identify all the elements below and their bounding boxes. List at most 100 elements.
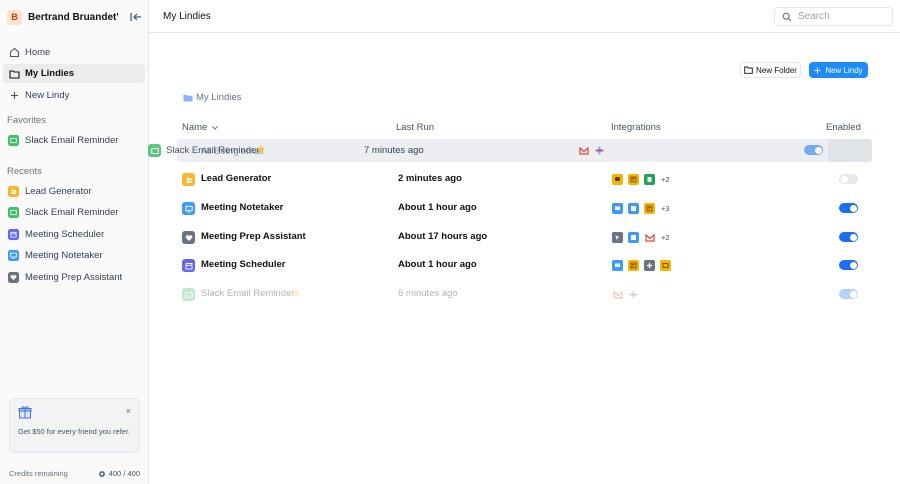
star-icon[interactable] [291, 288, 301, 298]
calendar-icon [182, 259, 195, 272]
nav-new-lindy-label: New Lindy [25, 90, 70, 101]
row-enabled-toggle[interactable] [839, 174, 858, 184]
calendar-icon [628, 232, 639, 243]
recent-item[interactable]: Slack Email Reminder [3, 203, 145, 222]
recent-item-label: Meeting Scheduler [25, 229, 105, 240]
nav-home-label: Home [25, 47, 51, 58]
new-lindy-label: New Lindy [825, 65, 863, 75]
row-enabled-toggle[interactable] [839, 232, 858, 242]
nav-home[interactable]: Home [3, 43, 145, 62]
row-enabled-toggle[interactable] [839, 203, 858, 213]
nav-my-lindies[interactable]: My Lindies [3, 64, 145, 83]
mail-icon [660, 260, 671, 271]
dragging-row[interactable]: All Being email Slack Email Reminder 7 m… [143, 139, 872, 162]
gmail-icon [578, 145, 589, 156]
dragging-row-last-run: 7 minutes ago [364, 145, 424, 156]
chat-icon [612, 174, 623, 185]
note-icon [644, 203, 655, 214]
table-row[interactable]: Meeting Scheduler About 1 hour ago [170, 251, 872, 280]
row-last-run: 6 minutes ago [398, 288, 458, 299]
heart-icon [8, 272, 19, 283]
credits-value: 400 / 400 [108, 469, 140, 478]
collapse-sidebar-icon[interactable] [129, 10, 143, 24]
recent-item-label: Lead Generator [25, 186, 92, 197]
recents-title: Recents [7, 166, 42, 177]
monitor-icon [8, 250, 19, 261]
new-folder-button[interactable]: New Folder [740, 62, 801, 78]
monitor-icon [612, 203, 623, 214]
recent-item-label: Slack Email Reminder [25, 207, 119, 218]
home-icon [8, 47, 20, 59]
column-integrations: Integrations [611, 122, 661, 133]
search-input[interactable] [798, 11, 888, 22]
table-row-placeholder[interactable]: Slack Email Reminder 6 minutes ago [170, 280, 872, 309]
recent-item[interactable]: Meeting Prep Assistant [3, 268, 145, 287]
dragging-row-integrations [578, 145, 610, 156]
recent-item-label: Meeting Prep Assistant [25, 272, 123, 283]
note-icon [628, 260, 639, 271]
topbar: My Lindies [149, 0, 900, 33]
search-box[interactable] [774, 7, 893, 26]
row-more-integrations: +2 [661, 175, 670, 184]
favorites-title: Favorites [7, 115, 47, 126]
mail-icon [8, 207, 19, 218]
new-folder-label: New Folder [756, 65, 797, 75]
row-integrations: +3 [612, 202, 670, 215]
referral-text: Get $50 for every friend you refer. [18, 427, 131, 436]
monitor-icon [612, 260, 623, 271]
recent-item-label: Meeting Notetaker [25, 250, 103, 261]
credits-bar: Credits remaining 400 / 400 [9, 469, 140, 478]
mail-icon [182, 288, 195, 301]
row-last-run: 2 minutes ago [398, 173, 462, 184]
row-enabled-toggle[interactable] [839, 260, 858, 270]
row-name: Meeting Scheduler [201, 259, 286, 270]
column-enabled: Enabled [826, 122, 861, 133]
row-integrations: +2 [612, 173, 670, 186]
recent-item[interactable]: Lead Generator [3, 182, 145, 201]
breadcrumb[interactable]: My Lindies [183, 92, 241, 103]
gift-icon [18, 406, 32, 419]
folder-icon [183, 94, 193, 101]
gmail-icon [612, 289, 623, 300]
nav-new-lindy[interactable]: New Lindy [3, 86, 145, 105]
note-icon [628, 174, 639, 185]
column-name-label: Name [182, 122, 208, 133]
calendar-icon [8, 229, 19, 240]
new-lindy-button[interactable]: New Lindy [809, 62, 868, 78]
favorite-item[interactable]: Slack Email Reminder [3, 131, 145, 150]
recent-item[interactable]: Meeting Notetaker [3, 246, 145, 265]
folder-icon [8, 68, 20, 80]
table-row[interactable]: Lead Generator 2 minutes ago +2 [170, 165, 872, 194]
star-icon[interactable] [256, 144, 266, 154]
plus-icon [814, 67, 821, 73]
credits-label: Credits remaining [9, 469, 68, 478]
recent-item[interactable]: Meeting Scheduler [3, 225, 145, 244]
table-row[interactable]: Meeting Notetaker About 1 hour ago +3 [170, 194, 872, 223]
credits-value-group: 400 / 400 [98, 469, 140, 478]
gmail-icon [644, 232, 655, 243]
workspace-avatar: B [7, 9, 22, 25]
column-name[interactable]: Name [182, 122, 219, 133]
row-last-run: About 1 hour ago [398, 259, 477, 270]
mail-icon [8, 135, 19, 146]
dragging-row-name: Slack Email Reminder [166, 145, 260, 156]
row-more-integrations: +3 [661, 204, 670, 213]
search-icon [782, 12, 792, 21]
workspace-switcher[interactable]: B Bertrand Bruandet's... [7, 9, 143, 25]
dragging-row-enabled-toggle[interactable] [804, 145, 823, 155]
row-enabled-toggle[interactable] [839, 289, 858, 299]
row-last-run: About 1 hour ago [398, 202, 477, 213]
breadcrumb-label: My Lindies [196, 92, 242, 103]
referral-close-button[interactable]: × [126, 406, 131, 416]
workspace-name: Bertrand Bruandet's... [28, 11, 118, 23]
referral-card: × Get $50 for every friend you refer. [9, 398, 140, 453]
people-icon [182, 173, 195, 186]
heart-icon [182, 231, 195, 244]
slack-icon [594, 145, 605, 156]
table-row[interactable]: Meeting Prep Assistant About 17 hours ag… [170, 223, 872, 252]
row-more-integrations: +2 [661, 233, 670, 242]
gear-icon [98, 470, 105, 477]
sheets-icon [644, 174, 655, 185]
folder-plus-icon [744, 66, 753, 74]
sidebar: B Bertrand Bruandet's... Home My Lindies… [0, 0, 149, 484]
